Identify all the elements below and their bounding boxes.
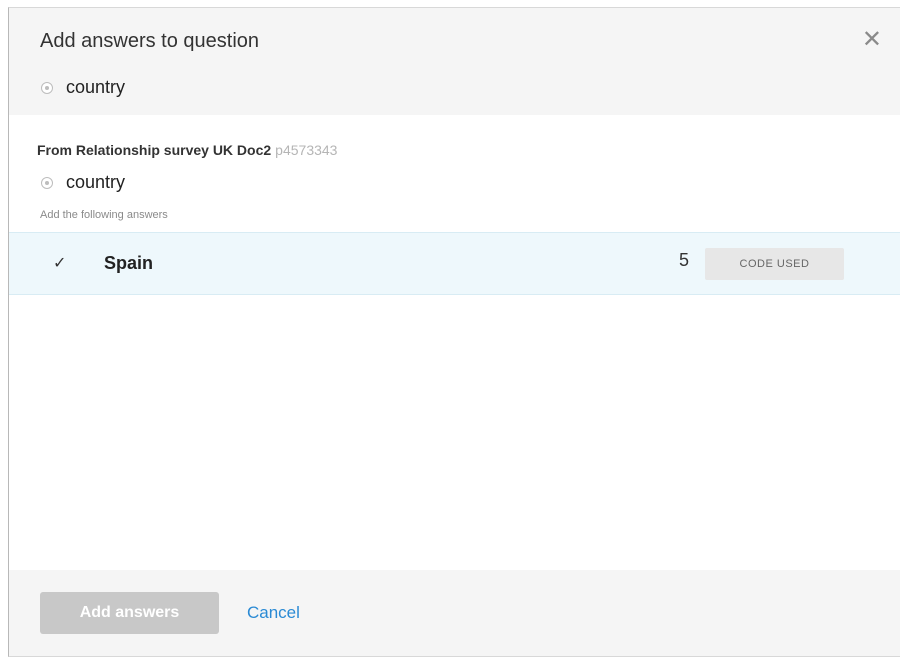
- add-answers-dialog: Add answers to question ✕ country From R…: [8, 7, 900, 657]
- dialog-title: Add answers to question: [40, 30, 260, 52]
- instruction-text: Add the following answers: [40, 209, 168, 221]
- add-answers-button[interactable]: Add answers: [40, 592, 219, 634]
- source-name: From Relationship survey UK Doc2: [37, 142, 272, 158]
- source-question-label: country: [66, 172, 126, 192]
- answer-count: 5: [679, 250, 690, 270]
- dialog-header: Add answers to question ✕ country: [9, 8, 900, 115]
- cancel-link[interactable]: Cancel: [247, 603, 300, 623]
- radio-question-icon: [41, 81, 53, 94]
- checkbox-checked-icon[interactable]: ✓: [53, 253, 66, 273]
- dialog-footer: Add answers Cancel: [9, 570, 900, 656]
- answer-row[interactable]: ✓ Spain 5 CODE USED: [9, 232, 900, 295]
- source-heading: From Relationship survey UK Doc2 p4573343: [37, 142, 337, 158]
- source-question: country: [41, 172, 125, 193]
- target-question-label: country: [66, 77, 126, 97]
- target-question: country: [41, 77, 125, 98]
- source-project-id: p4573343: [275, 142, 338, 158]
- close-icon[interactable]: ✕: [862, 28, 882, 52]
- code-used-badge: CODE USED: [705, 248, 844, 280]
- radio-question-icon: [41, 176, 53, 189]
- answer-label: Spain: [104, 253, 154, 273]
